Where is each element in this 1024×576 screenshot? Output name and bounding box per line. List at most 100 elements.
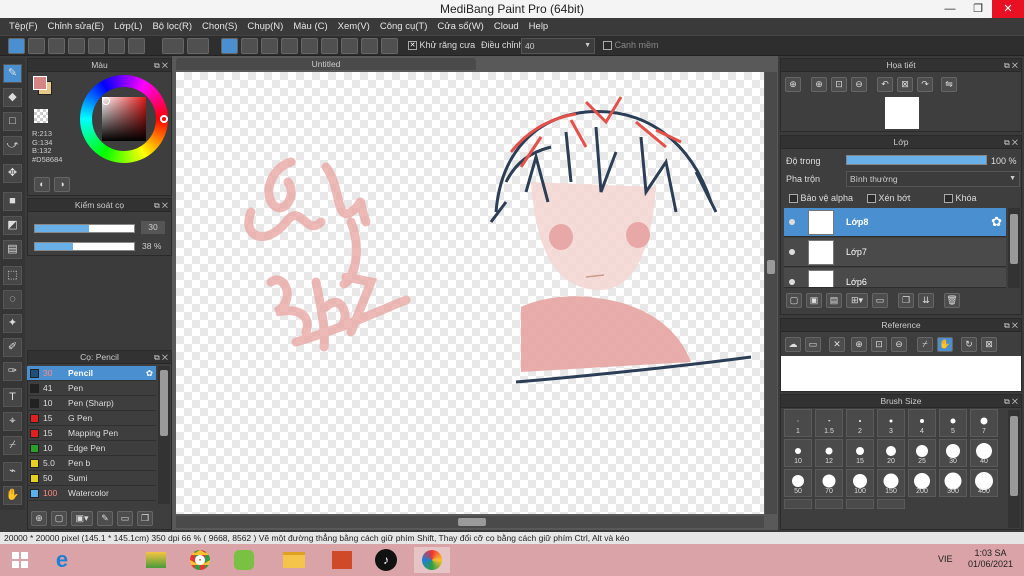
new-layer-icon[interactable]: ▢ bbox=[786, 293, 802, 308]
brush-size-cell[interactable]: 40 bbox=[970, 439, 998, 467]
copy-icon[interactable]: ❐ bbox=[137, 511, 153, 526]
folder-icon[interactable]: ▭ bbox=[872, 293, 888, 308]
powerpoint-icon[interactable] bbox=[326, 547, 358, 573]
page-icon[interactable] bbox=[88, 38, 105, 54]
brush-size-cell[interactable]: 3 bbox=[877, 409, 905, 437]
navigator-preview[interactable] bbox=[885, 97, 919, 129]
chrome-icon[interactable] bbox=[184, 547, 216, 573]
curve-snap-icon[interactable] bbox=[341, 38, 358, 54]
brush-size-cell[interactable]: 4 bbox=[908, 409, 936, 437]
comment2-icon[interactable] bbox=[68, 38, 85, 54]
brush-size-cell[interactable]: 150 bbox=[877, 469, 905, 497]
layer-scrollbar[interactable] bbox=[1008, 208, 1020, 288]
eye-icon[interactable] bbox=[789, 279, 795, 285]
snap-settings-icon[interactable] bbox=[381, 38, 398, 54]
layer-row[interactable]: Lớp6 bbox=[784, 268, 1006, 288]
fill-rect-tool-icon[interactable]: ■ bbox=[3, 192, 22, 211]
layer-opacity-slider[interactable] bbox=[846, 155, 987, 165]
menu-layer[interactable]: Lớp(L) bbox=[109, 18, 147, 35]
protect-alpha-checkbox[interactable] bbox=[789, 194, 798, 204]
parallel-snap-icon[interactable] bbox=[241, 38, 258, 54]
vanishing-snap-icon[interactable] bbox=[281, 38, 298, 54]
drawing-canvas[interactable] bbox=[176, 72, 764, 514]
brush-size-cell[interactable]: 15 bbox=[846, 439, 874, 467]
curve-tool-icon[interactable]: ⤻ bbox=[3, 136, 22, 155]
duplicate-icon[interactable]: ❐ bbox=[898, 293, 914, 308]
brush-size-value[interactable]: 30 bbox=[141, 221, 165, 234]
menu-edit[interactable]: Chỉnh sửa(E) bbox=[43, 18, 110, 35]
eye-icon[interactable] bbox=[789, 219, 795, 225]
clipping-checkbox[interactable] bbox=[867, 194, 876, 204]
reference-area[interactable] bbox=[781, 356, 1021, 391]
brush-size-cell[interactable]: 12 bbox=[815, 439, 843, 467]
cloud-download-icon[interactable]: ☁ bbox=[785, 337, 801, 352]
menu-tools[interactable]: Công cụ(T) bbox=[375, 18, 433, 35]
brush-size-cell[interactable]: 200 bbox=[908, 469, 936, 497]
panel-close-icon[interactable]: ⧉ ✕ bbox=[1004, 59, 1018, 72]
new-layer3-icon[interactable]: ▤ bbox=[826, 293, 842, 308]
menu-cloud[interactable]: Cloud bbox=[489, 18, 524, 35]
rotate-icon[interactable]: ↻ bbox=[961, 337, 977, 352]
close-button[interactable]: ✕ bbox=[992, 0, 1024, 18]
dropper2-tool-icon[interactable]: ⌁ bbox=[3, 462, 22, 481]
fit-icon[interactable]: ⊡ bbox=[871, 337, 887, 352]
radial-snap-icon[interactable] bbox=[301, 38, 318, 54]
panel-close-icon[interactable]: ⧉ ✕ bbox=[1004, 319, 1018, 332]
zoom-in-icon[interactable]: ⊕ bbox=[851, 337, 867, 352]
antialias-checkbox[interactable]: ✕ bbox=[408, 41, 417, 51]
select-pen-icon[interactable]: ✐ bbox=[3, 338, 22, 357]
redo-icon[interactable] bbox=[187, 38, 209, 54]
panel-close-icon[interactable]: ⧉ ✕ bbox=[154, 199, 168, 212]
zalo-icon[interactable] bbox=[228, 547, 260, 573]
menu-window[interactable]: Cửa sổ(W) bbox=[432, 18, 488, 35]
brush-item[interactable]: 15 Mapping Pen bbox=[27, 426, 156, 441]
new-layer2-icon[interactable]: ▣ bbox=[806, 293, 822, 308]
select-eraser-icon[interactable]: ✑ bbox=[3, 362, 22, 381]
brush-size-cell[interactable]: 30 bbox=[939, 439, 967, 467]
rectangle-tool-icon[interactable]: □ bbox=[3, 112, 22, 131]
tiktok-icon[interactable]: ♪ bbox=[370, 547, 402, 573]
brush-size-cell[interactable]: 20 bbox=[877, 439, 905, 467]
rotate-right-icon[interactable]: ↷ bbox=[917, 77, 933, 92]
gradient-tool-icon[interactable]: ▤ bbox=[3, 240, 22, 259]
file-explorer-icon[interactable] bbox=[278, 547, 310, 573]
brush-item[interactable]: 100 Watercolor bbox=[27, 486, 156, 501]
primary-color-swatch[interactable] bbox=[33, 76, 47, 90]
cloud-icon[interactable] bbox=[8, 38, 25, 54]
gear-icon[interactable]: ✿ bbox=[991, 214, 1002, 230]
undo-icon[interactable] bbox=[162, 38, 184, 54]
brush-size-cell[interactable]: 100 bbox=[846, 469, 874, 497]
ellipse-snap-icon[interactable] bbox=[361, 38, 378, 54]
brush-size-slider[interactable] bbox=[34, 224, 135, 233]
stack-icon[interactable] bbox=[140, 547, 172, 573]
palette-add-icon[interactable]: ◑ bbox=[54, 177, 70, 192]
hue-handle[interactable] bbox=[160, 115, 168, 123]
language-indicator[interactable]: VIE bbox=[938, 554, 953, 564]
adjust-select[interactable]: 40 ▼ bbox=[521, 38, 595, 54]
hue-ring[interactable] bbox=[80, 75, 168, 163]
brush-opacity-slider[interactable] bbox=[34, 242, 135, 251]
brush-item[interactable]: 15 G Pen bbox=[27, 411, 156, 426]
cross-snap-icon[interactable] bbox=[261, 38, 278, 54]
reset-icon[interactable]: ⊠ bbox=[897, 77, 913, 92]
lock-checkbox[interactable] bbox=[944, 194, 953, 204]
document-tab[interactable]: Untitled bbox=[176, 58, 476, 70]
circle-snap-icon[interactable] bbox=[321, 38, 338, 54]
brush-item-pencil[interactable]: 30 Pencil ✿ bbox=[27, 366, 156, 381]
brush-size-cell[interactable] bbox=[815, 499, 843, 509]
brush-item[interactable]: 41 Pen bbox=[27, 381, 156, 396]
brush-item[interactable]: 10 Pen (Sharp) bbox=[27, 396, 156, 411]
close-reference-icon[interactable]: ✕ bbox=[829, 337, 845, 352]
trash-icon[interactable]: 🗑 bbox=[944, 293, 960, 308]
color-picker-handle[interactable] bbox=[102, 97, 110, 105]
blend-select[interactable]: Bình thường ▼ bbox=[846, 171, 1020, 187]
page-list-icon[interactable] bbox=[108, 38, 125, 54]
magic-wand-icon[interactable]: ✦ bbox=[3, 314, 22, 333]
brush-size-cell[interactable] bbox=[784, 499, 812, 509]
zoom-icon[interactable]: ⊕ bbox=[785, 77, 801, 92]
gear-icon[interactable]: ✿ bbox=[146, 366, 153, 381]
layer-row-selected[interactable]: Lớp8 ✿ bbox=[784, 208, 1006, 237]
eraser-tool-icon[interactable]: ◆ bbox=[3, 88, 22, 107]
lasso-tool-icon[interactable]: ◌ bbox=[3, 290, 22, 309]
medibang-task-icon[interactable] bbox=[414, 547, 450, 573]
